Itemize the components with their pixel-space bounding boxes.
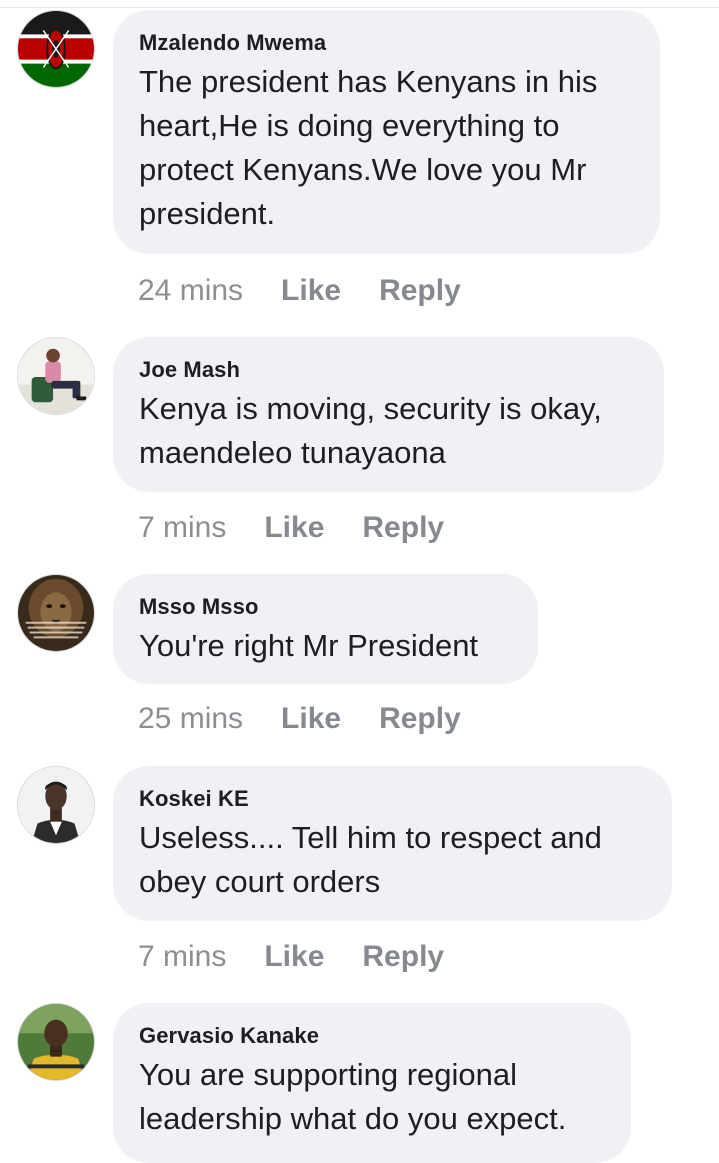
- comment-time[interactable]: 7 mins: [138, 937, 226, 977]
- comment-time[interactable]: 7 mins: [138, 508, 226, 548]
- like-button[interactable]: Like: [264, 937, 324, 977]
- comment-author[interactable]: Gervasio Kanake: [139, 1023, 605, 1049]
- kenya-flag-icon: [18, 11, 94, 87]
- comment-bubble: Joe Mash Kenya is moving, security is ok…: [113, 337, 664, 492]
- reply-button[interactable]: Reply: [379, 271, 461, 311]
- comment-author[interactable]: Joe Mash: [139, 357, 638, 383]
- comment-text: You are supporting regional leadership w…: [139, 1057, 567, 1136]
- comment-bubble: Msso Msso You're right Mr President: [113, 574, 538, 684]
- comment-text: The president has Kenyans in his heart,H…: [139, 64, 598, 231]
- man-outdoors-photo: [18, 1004, 94, 1080]
- comment-feed: Mzalendo Mwema The president has Kenyans…: [0, 0, 719, 1163]
- reply-button[interactable]: Reply: [379, 699, 461, 739]
- like-button[interactable]: Like: [281, 699, 341, 739]
- avatar[interactable]: [17, 766, 95, 844]
- comment-author[interactable]: Mzalendo Mwema: [139, 30, 634, 56]
- comment-text: You're right Mr President: [139, 628, 479, 663]
- comment-text: Useless.... Tell him to respect and obey…: [139, 820, 602, 899]
- comment-actions: 24 mins Like Reply: [138, 271, 461, 311]
- comment-actions: 7 mins Like Reply: [138, 508, 444, 548]
- avatar[interactable]: [17, 10, 95, 88]
- avatar[interactable]: [17, 574, 95, 652]
- comment-author[interactable]: Msso Msso: [139, 594, 512, 620]
- comment-time[interactable]: 25 mins: [138, 699, 243, 739]
- like-button[interactable]: Like: [264, 508, 324, 548]
- man-in-suit-photo: [18, 767, 94, 843]
- comment-author[interactable]: Koskei KE: [139, 786, 646, 812]
- comment-actions: 7 mins Like Reply: [138, 937, 444, 977]
- comment-time[interactable]: 24 mins: [138, 271, 243, 311]
- comment-bubble: Gervasio Kanake You are supporting regio…: [113, 1003, 631, 1163]
- reply-button[interactable]: Reply: [362, 937, 444, 977]
- avatar[interactable]: [17, 337, 95, 415]
- comment-actions: 25 mins Like Reply: [138, 699, 461, 739]
- like-button[interactable]: Like: [281, 271, 341, 311]
- reply-button[interactable]: Reply: [362, 508, 444, 548]
- comment-text: Kenya is moving, security is okay, maend…: [139, 391, 602, 470]
- seated-man-photo: [18, 338, 94, 414]
- comment-bubble: Koskei KE Useless.... Tell him to respec…: [113, 766, 672, 921]
- comment-bubble: Mzalendo Mwema The president has Kenyans…: [113, 10, 660, 254]
- avatar[interactable]: [17, 1003, 95, 1081]
- lion-quote-image: [18, 575, 94, 651]
